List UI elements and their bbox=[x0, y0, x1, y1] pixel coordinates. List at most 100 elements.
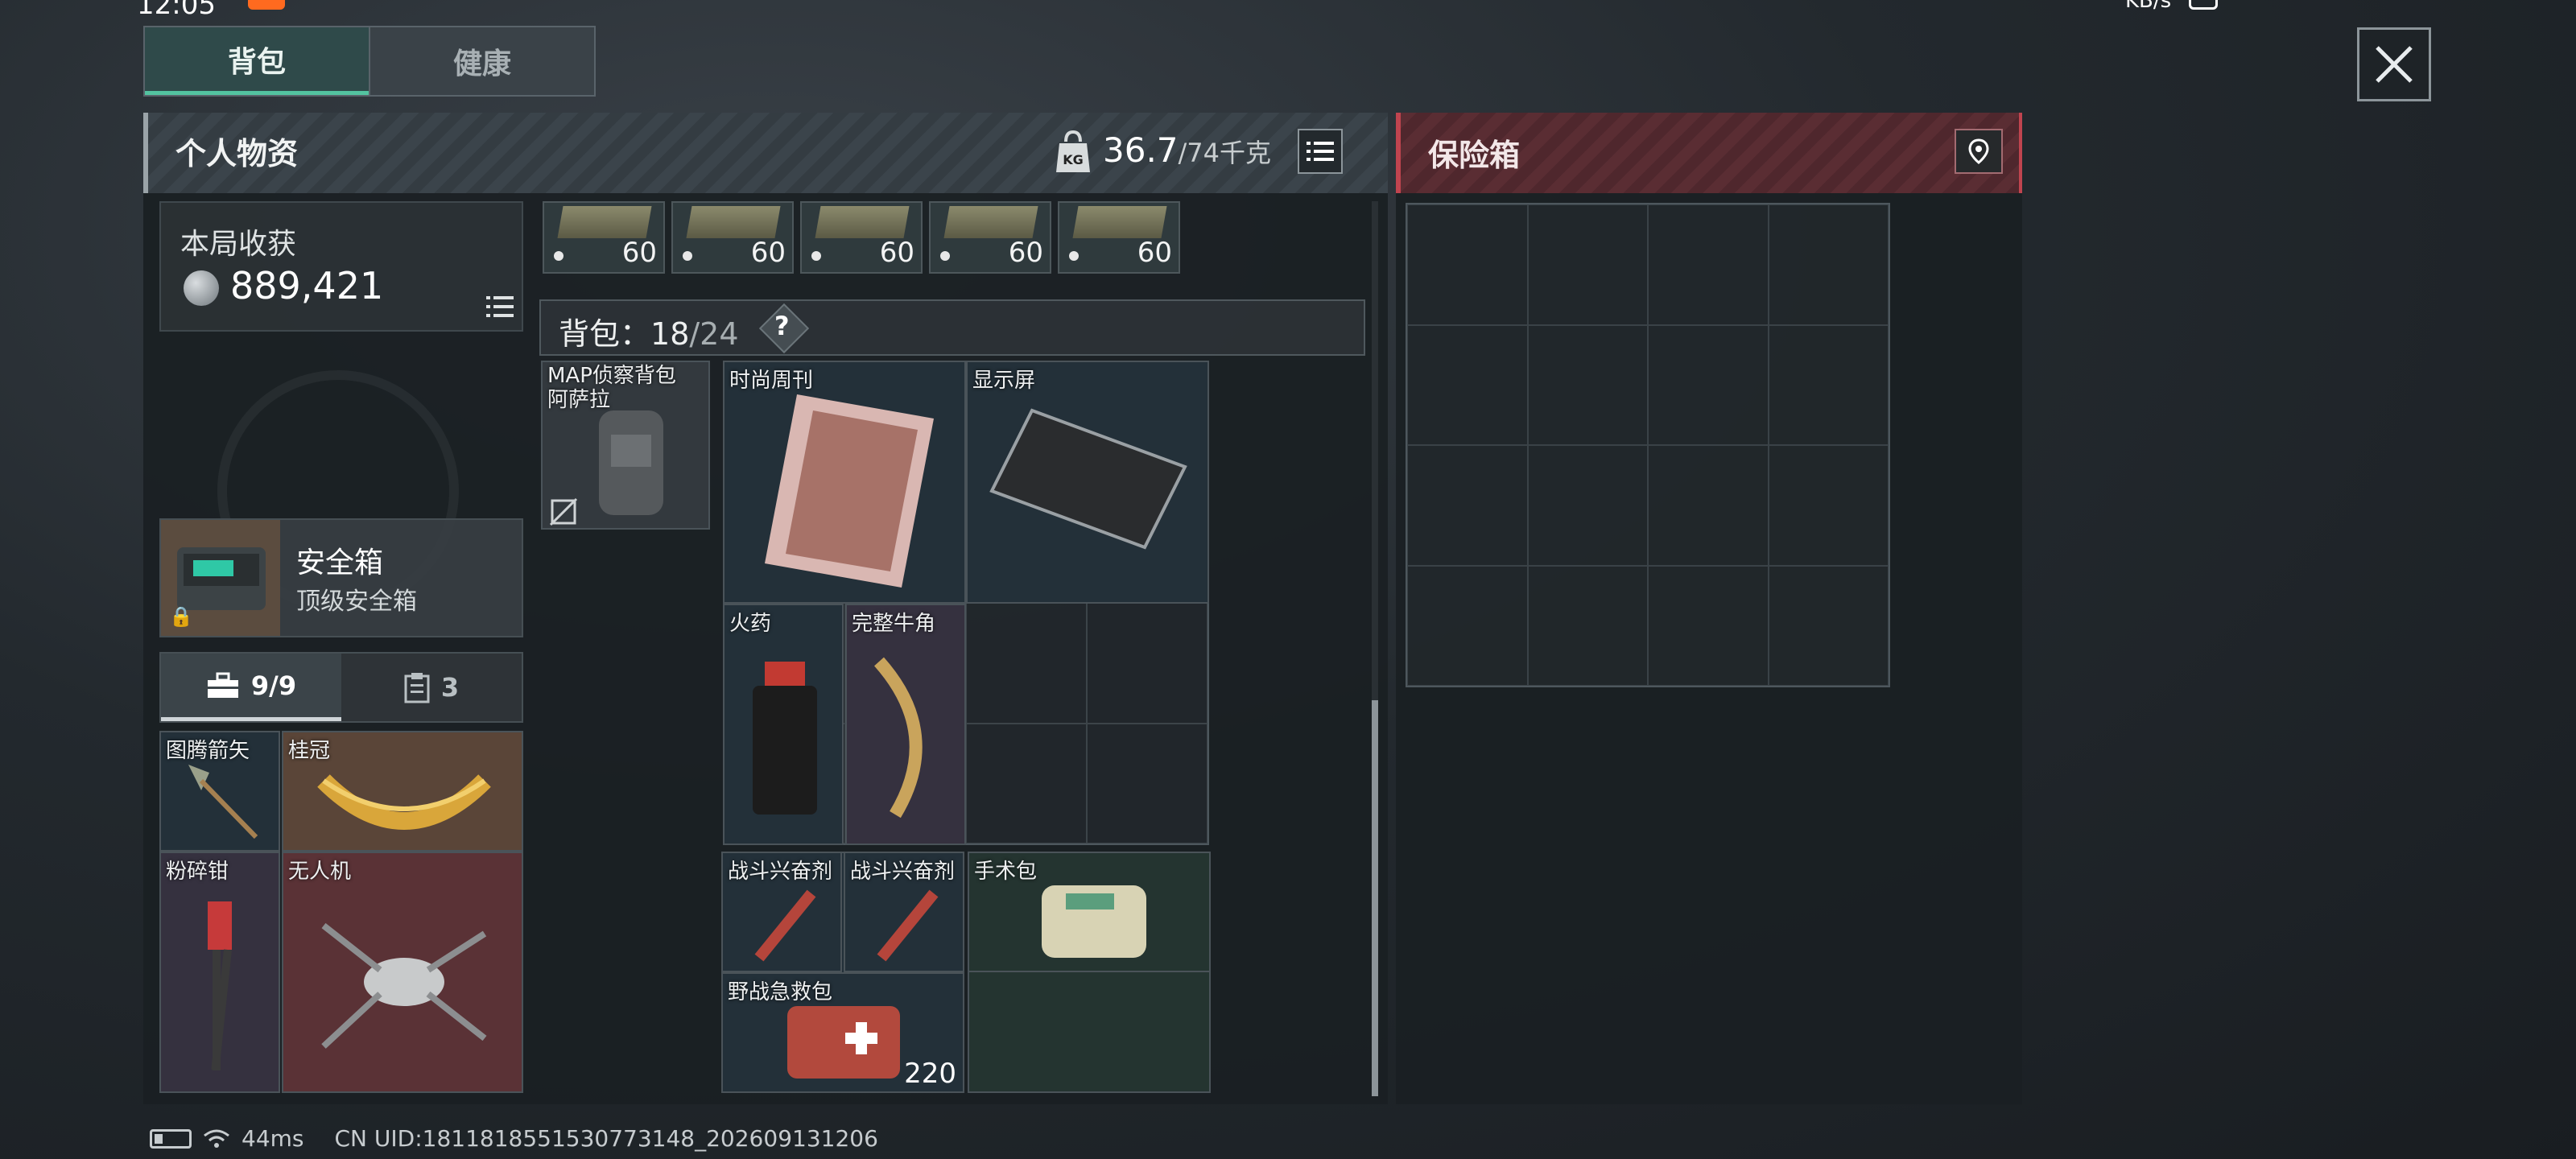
sort-list-button[interactable] bbox=[1298, 129, 1343, 174]
backpack-icon bbox=[599, 410, 663, 515]
tab-toolbox[interactable]: 9/9 bbox=[161, 654, 341, 721]
grid-cell[interactable] bbox=[1407, 204, 1528, 325]
ammo-dot-icon bbox=[683, 251, 692, 261]
grid-cell[interactable] bbox=[1407, 324, 1528, 445]
secure-case-subtitle: 顶级安全箱 bbox=[296, 588, 417, 616]
drone-icon bbox=[321, 922, 487, 1049]
close-icon bbox=[2376, 46, 2413, 83]
item-display-screen[interactable]: 显示屏 bbox=[966, 361, 1209, 604]
item-laurel-crown[interactable]: 桂冠 bbox=[282, 731, 523, 852]
earnings-label: 本局收获 bbox=[180, 228, 297, 261]
ammo-dot-icon bbox=[940, 251, 950, 261]
ammo-slot[interactable]: 60 bbox=[671, 201, 794, 274]
item-first-aid-kit[interactable]: 野战急救包 220 bbox=[721, 972, 964, 1093]
pliers-icon bbox=[208, 901, 232, 1070]
grid-cell[interactable] bbox=[1087, 603, 1208, 724]
grid-cell[interactable] bbox=[1768, 565, 1889, 686]
item-label: 火药 bbox=[729, 612, 772, 636]
grid-cell[interactable] bbox=[1527, 204, 1648, 325]
status-time: 12:05 bbox=[137, 0, 216, 21]
grid-cell[interactable] bbox=[1768, 324, 1889, 445]
ammo-count: 60 bbox=[621, 237, 657, 269]
battery-icon bbox=[150, 1128, 192, 1149]
uid-text: CN UID:1811818551530773148_202609131206 bbox=[334, 1125, 878, 1152]
item-label: 战斗兴奋剂 bbox=[850, 860, 956, 884]
medkit-icon bbox=[787, 1006, 900, 1079]
pouch-tabs: 9/9 3 bbox=[159, 652, 523, 723]
ammo-box-icon bbox=[557, 206, 652, 238]
no-insure-icon bbox=[549, 497, 578, 526]
backpack-capacity: 背包：18/24 bbox=[559, 309, 739, 353]
ammo-slot[interactable]: 60 bbox=[1058, 201, 1180, 274]
backpack-used: 18 bbox=[650, 316, 690, 352]
item-label: 显示屏 bbox=[972, 369, 1036, 393]
notification-icon bbox=[248, 0, 285, 10]
arrow-icon bbox=[188, 765, 258, 839]
status-icons: KB/s bbox=[2125, 0, 2219, 13]
item-fashion-weekly[interactable]: 时尚周刊 bbox=[723, 361, 966, 604]
weight-readout: 36.7/74千克 bbox=[1103, 130, 1271, 170]
grid-cell[interactable] bbox=[1768, 445, 1889, 566]
grid-cell[interactable] bbox=[1527, 324, 1648, 445]
grid-cell[interactable] bbox=[966, 603, 1087, 724]
earnings-list-icon[interactable] bbox=[486, 295, 514, 319]
surgery-bag-icon bbox=[1042, 885, 1146, 958]
clipboard-icon bbox=[404, 673, 430, 703]
grid-cell[interactable] bbox=[1407, 445, 1528, 566]
grid-cell[interactable] bbox=[966, 723, 1087, 843]
weight-max: /74千克 bbox=[1178, 138, 1272, 168]
ammo-slot[interactable]: 60 bbox=[929, 201, 1051, 274]
safebox-grid[interactable] bbox=[1406, 203, 1890, 687]
item-drone[interactable]: 无人机 bbox=[282, 852, 523, 1093]
screen-icon bbox=[989, 408, 1187, 550]
backpack-label: 背包： bbox=[559, 316, 651, 352]
grid-cell[interactable] bbox=[1087, 723, 1208, 843]
item-complete-horn[interactable]: 完整牛角 bbox=[845, 604, 966, 845]
ammo-box-icon bbox=[1072, 206, 1167, 238]
ammo-slot[interactable]: 60 bbox=[800, 201, 923, 274]
scrollbar-thumb[interactable] bbox=[1372, 700, 1378, 1096]
tab-backpack[interactable]: 背包 bbox=[145, 27, 369, 95]
grid-cell[interactable] bbox=[1648, 204, 1769, 325]
grid-cell[interactable] bbox=[1527, 565, 1648, 686]
ammo-count: 60 bbox=[750, 237, 786, 269]
grid-cell[interactable] bbox=[1768, 204, 1889, 325]
grid-cell[interactable] bbox=[1648, 565, 1769, 686]
medkit-durability: 220 bbox=[904, 1058, 956, 1090]
svg-text:KG: KG bbox=[1063, 152, 1084, 167]
syringe-icon bbox=[754, 889, 816, 962]
location-button[interactable] bbox=[1955, 129, 2003, 174]
item-totem-arrow[interactable]: 图腾箭矢 bbox=[159, 731, 280, 852]
horn-icon bbox=[874, 657, 923, 819]
coin-icon bbox=[184, 270, 219, 306]
item-combat-stim[interactable]: 战斗兴奋剂 bbox=[844, 852, 964, 972]
tab-clipboard[interactable]: 3 bbox=[341, 654, 522, 721]
magazine-icon bbox=[765, 394, 934, 588]
item-crusher-pliers[interactable]: 粉碎钳 bbox=[159, 852, 280, 1093]
ammo-count: 60 bbox=[1008, 237, 1043, 269]
ammo-slot[interactable]: 60 bbox=[543, 201, 665, 274]
close-button[interactable] bbox=[2357, 27, 2431, 101]
item-recon-backpack[interactable]: MAP侦察背包 阿萨拉 bbox=[541, 361, 710, 530]
personal-title: 个人物资 bbox=[175, 136, 299, 171]
tab-health[interactable]: 健康 bbox=[369, 27, 594, 95]
item-label: 无人机 bbox=[288, 860, 352, 884]
battery-icon bbox=[2189, 0, 2219, 10]
grid-cell[interactable] bbox=[1407, 565, 1528, 686]
item-gunpowder[interactable]: 火药 bbox=[723, 604, 844, 845]
ammo-count: 60 bbox=[1137, 237, 1172, 269]
ammo-box-icon bbox=[943, 206, 1038, 238]
wifi-icon bbox=[204, 1129, 229, 1148]
grid-cell[interactable] bbox=[1527, 445, 1648, 566]
ping-value: 44ms bbox=[242, 1125, 304, 1152]
grid-cell[interactable] bbox=[1648, 324, 1769, 445]
item-surgery-kit[interactable]: 手术包 bbox=[968, 852, 1211, 972]
help-icon[interactable]: ? bbox=[774, 311, 790, 341]
syringe-icon bbox=[877, 889, 939, 962]
grid-cell[interactable] bbox=[1648, 445, 1769, 566]
item-label: 完整牛角 bbox=[852, 612, 936, 636]
item-combat-stim[interactable]: 战斗兴奋剂 bbox=[721, 852, 842, 972]
footer-info: 44ms CN UID:1811818551530773148_20260913… bbox=[150, 1125, 878, 1152]
crown-icon bbox=[317, 774, 491, 830]
ammo-dot-icon bbox=[554, 251, 564, 261]
